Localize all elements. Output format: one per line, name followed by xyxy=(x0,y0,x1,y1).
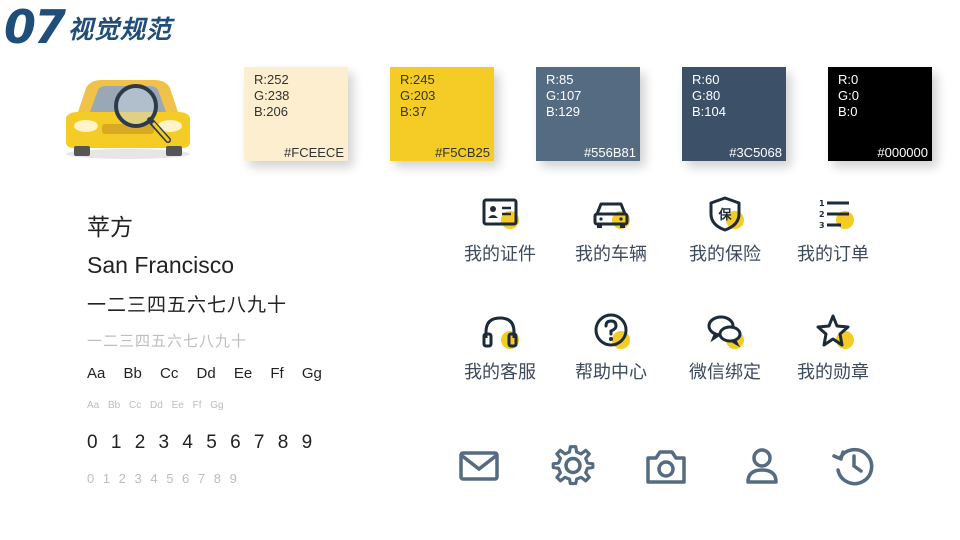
feature-label: 我的客服 xyxy=(464,362,536,383)
svg-text:2: 2 xyxy=(819,210,825,219)
wechat-chat-icon xyxy=(707,315,744,349)
swatch-hex-value: #FCEECE xyxy=(284,145,344,160)
swatch-g-value: G:0 xyxy=(838,88,859,103)
car-icon xyxy=(593,202,630,229)
swatch-b-value: B:129 xyxy=(546,104,580,119)
letters-light-sample: Aa Bb Cc Dd Ee Ff Gg xyxy=(87,400,224,411)
feature-label: 我的车辆 xyxy=(575,244,647,265)
swatch-r-value: R:0 xyxy=(838,72,859,87)
feature-wechat-binding[interactable]: 微信绑定 xyxy=(670,312,780,384)
swatch-b-value: B:206 xyxy=(254,104,288,119)
section-number: 07 xyxy=(4,0,66,54)
digits-light-sample: 0 1 2 3 4 5 6 7 8 9 xyxy=(87,471,237,486)
swatch-r-value: R:245 xyxy=(400,72,435,87)
swatch-g-value: G:238 xyxy=(254,88,290,103)
svg-text:3: 3 xyxy=(819,221,825,230)
swatch-hex-value: #F5CB25 xyxy=(435,145,490,160)
swatch-rgb: R:245 G:203 B:37 xyxy=(400,72,435,120)
feature-my-documents[interactable]: 我的证件 xyxy=(445,194,555,266)
swatch-b-value: B:0 xyxy=(838,104,858,119)
feature-label: 帮助中心 xyxy=(575,362,647,383)
section-header: 07 视觉规范 xyxy=(4,2,172,50)
color-swatch-black: R:0 G:0 B:0 #000000 xyxy=(828,67,932,161)
star-medal-icon xyxy=(816,314,854,349)
feature-my-medals[interactable]: 我的勋章 xyxy=(778,312,888,384)
swatch-b-value: B:37 xyxy=(400,104,427,119)
settings-gear-icon[interactable] xyxy=(551,444,595,488)
feature-my-vehicles[interactable]: 我的车辆 xyxy=(556,194,666,266)
feature-label: 我的证件 xyxy=(464,244,536,265)
color-swatch-cream: R:252 G:238 B:206 #FCEECE xyxy=(244,67,348,161)
section-title: 视觉规范 xyxy=(68,15,173,44)
feature-help-center[interactable]: 帮助中心 xyxy=(556,312,666,384)
numerals-cn-light-sample: 一二三四五六七八九十 xyxy=(87,332,248,350)
feature-my-insurance[interactable]: 保 我的保险 xyxy=(670,194,780,266)
swatch-b-value: B:104 xyxy=(692,104,726,119)
swatch-hex-value: #556B81 xyxy=(583,145,636,160)
insurance-shield-icon: 保 xyxy=(709,196,744,232)
car-inspection-illustration xyxy=(66,80,190,159)
help-question-icon xyxy=(594,313,630,349)
feature-label: 我的订单 xyxy=(797,244,869,265)
swatch-hex-value: #000000 xyxy=(877,145,928,160)
feature-label: 我的勋章 xyxy=(797,362,869,383)
feature-customer-service[interactable]: 我的客服 xyxy=(445,312,555,384)
order-list-icon: 1 2 3 xyxy=(819,199,854,230)
color-swatch-slate: R:85 G:107 B:129 #556B81 xyxy=(536,67,640,161)
history-icon[interactable] xyxy=(832,444,876,488)
font-name-en: San Francisco xyxy=(87,252,235,278)
camera-icon[interactable] xyxy=(644,444,688,488)
color-swatch-yellow: R:245 G:203 B:37 #F5CB25 xyxy=(390,67,494,161)
color-swatch-navy: R:60 G:80 B:104 #3C5068 xyxy=(682,67,786,161)
swatch-rgb: R:60 G:80 B:104 xyxy=(692,72,726,120)
swatch-rgb: R:252 G:238 B:206 xyxy=(254,72,289,120)
swatch-hex-value: #3C5068 xyxy=(729,145,782,160)
swatch-r-value: R:252 xyxy=(254,72,289,87)
font-name-cn: 苹方 xyxy=(87,215,133,241)
swatch-rgb: R:0 G:0 B:0 xyxy=(838,72,859,120)
swatch-g-value: G:107 xyxy=(546,88,582,103)
swatch-g-value: G:80 xyxy=(692,88,721,103)
headset-icon xyxy=(482,316,519,349)
letters-sample: Aa Bb Cc Dd Ee Ff Gg xyxy=(87,365,322,382)
swatch-r-value: R:85 xyxy=(546,72,574,87)
mail-icon[interactable] xyxy=(457,444,501,488)
id-card-icon xyxy=(482,198,519,229)
feature-label: 我的保险 xyxy=(689,244,761,265)
feature-my-orders[interactable]: 1 2 3 我的订单 xyxy=(778,194,888,266)
swatch-r-value: R:60 xyxy=(692,72,720,87)
swatch-g-value: G:203 xyxy=(400,88,436,103)
feature-label: 微信绑定 xyxy=(689,362,761,383)
svg-text:1: 1 xyxy=(819,199,825,208)
digits-sample: 0 1 2 3 4 5 6 7 8 9 xyxy=(87,432,313,453)
swatch-rgb: R:85 G:107 B:129 xyxy=(546,72,581,120)
svg-text:保: 保 xyxy=(717,207,732,223)
numerals-cn-sample: 一二三四五六七八九十 xyxy=(87,294,288,316)
user-icon[interactable] xyxy=(740,444,784,488)
